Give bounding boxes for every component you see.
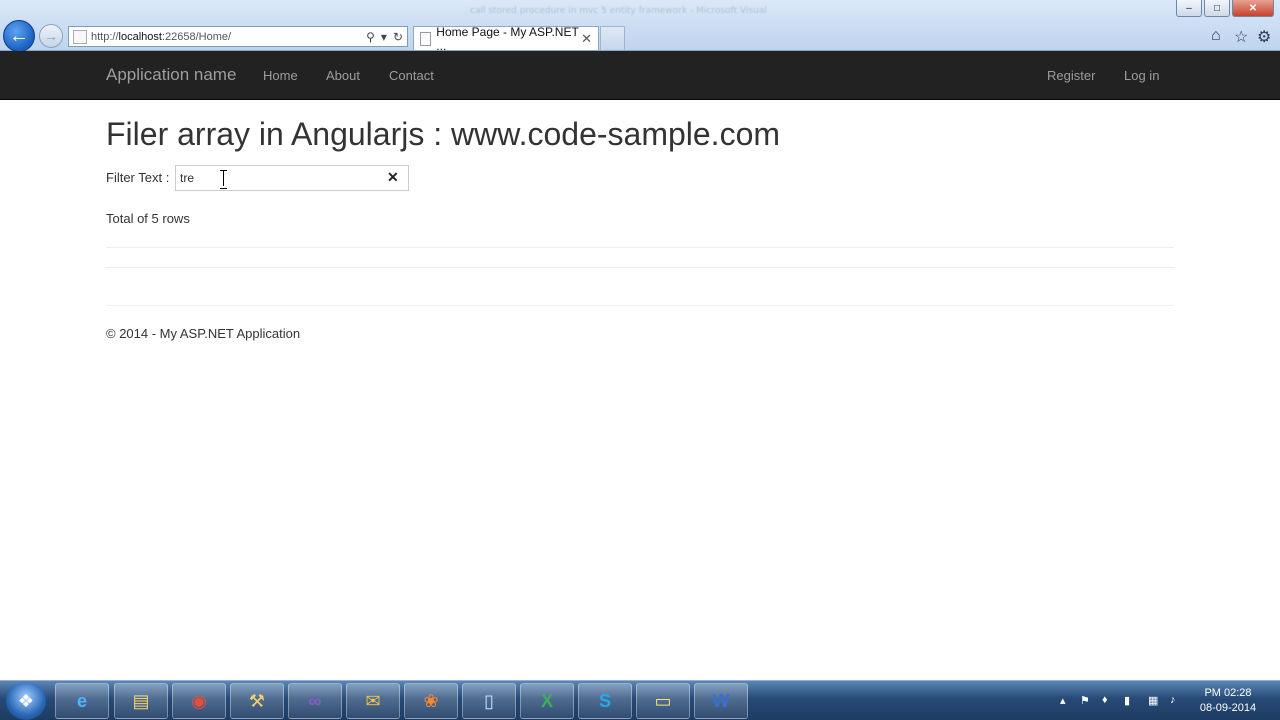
taskbar-word[interactable]: W [694, 683, 748, 719]
clock-date: 08-09-2014 [1199, 702, 1257, 714]
footer-text: © 2014 - My ASP.NET Application [106, 326, 301, 341]
show-hidden-icons[interactable]: ▴ [1060, 694, 1066, 707]
back-button[interactable]: ← [3, 20, 35, 52]
taskbar-skype[interactable]: S [578, 683, 632, 719]
visual-studio-icon: ∞ [308, 690, 322, 711]
start-button[interactable]: ❖ [6, 682, 46, 720]
gear-icon[interactable]: ⚙ [1257, 27, 1271, 47]
nav-link-login[interactable]: Log in [1124, 68, 1159, 83]
taskbar-ie[interactable]: e [55, 683, 109, 719]
page-icon [73, 29, 87, 44]
clock-time: PM 02:28 [1204, 687, 1252, 699]
word-icon: W [712, 690, 730, 711]
back-arrow-icon: ← [9, 24, 29, 47]
footer-divider [106, 305, 1174, 306]
home-icon[interactable]: ⌂ [1211, 27, 1221, 45]
divider [106, 247, 1174, 248]
taskbar-chrome[interactable]: ◉ [172, 683, 226, 719]
folder-icon: ▭ [654, 690, 672, 711]
ie-icon: e [76, 690, 87, 711]
taskbar-notes[interactable]: ▯ [462, 683, 516, 719]
battery-icon[interactable]: ▮ [1124, 694, 1130, 707]
brand-link[interactable]: Application name [106, 65, 236, 85]
taskbar-outlook[interactable]: ✉ [346, 683, 400, 719]
windows-logo-icon: ❖ [17, 690, 35, 711]
taskbar-tools[interactable]: ⚒ [230, 683, 284, 719]
volume-icon[interactable]: ♪ [1170, 694, 1176, 706]
page-title: Filer array in Angularjs : www.code-samp… [106, 116, 781, 152]
signal-icon[interactable]: ▦ [1148, 694, 1158, 707]
taskbar-explorer[interactable]: ▤ [114, 683, 168, 719]
clear-icon[interactable]: ✕ [387, 169, 399, 186]
close-window-button[interactable]: ✕ [1232, 0, 1274, 17]
browser-chrome: call stored procedure in mvc 5 entity fr… [0, 0, 1280, 53]
forward-arrow-icon: → [44, 28, 58, 44]
site-navbar: Application name Home About Contact Regi… [0, 51, 1280, 100]
dropdown-icon[interactable]: ▾ [381, 30, 387, 44]
address-host: localhost [118, 30, 162, 43]
search-icon[interactable]: ⚲ [366, 30, 375, 44]
tab-home-page[interactable]: Home Page - My ASP.NET ... ✕ [413, 24, 599, 53]
system-clock[interactable]: PM 02:28 08-09-2014 [1196, 686, 1260, 716]
chrome-icon: ◉ [191, 690, 207, 711]
refresh-icon[interactable]: ↻ [393, 30, 403, 44]
page-icon [420, 31, 432, 46]
new-tab-button[interactable] [600, 26, 625, 50]
window-title: call stored procedure in mvc 5 entity fr… [470, 6, 767, 16]
tab-close-icon[interactable]: ✕ [581, 31, 592, 47]
taskbar-visual-studio[interactable]: ∞ [288, 683, 342, 719]
explorer-icon: ▤ [132, 690, 150, 711]
shield-icon[interactable]: ♦ [1102, 694, 1108, 706]
taskbar-butterfly[interactable]: ❀ [404, 683, 458, 719]
total-rows-text: Total of 5 rows [106, 211, 190, 226]
taskbar-excel[interactable]: X [520, 683, 574, 719]
text-cursor-icon [220, 170, 228, 189]
window-controls: – □ ✕ [1176, 0, 1274, 17]
filter-label: Filter Text : [106, 170, 170, 185]
tab-title: Home Page - My ASP.NET ... [436, 24, 579, 53]
forward-button[interactable]: → [39, 24, 63, 48]
minimize-button[interactable]: – [1176, 0, 1202, 17]
address-url-prefix: http:// [91, 30, 119, 43]
star-icon[interactable]: ☆ [1234, 27, 1248, 47]
address-bar[interactable]: http://localhost:22658/Home/ ⚲ ▾ ↻ [68, 26, 408, 47]
flag-icon[interactable]: ⚑ [1080, 694, 1090, 707]
nav-link-contact[interactable]: Contact [389, 68, 434, 83]
excel-icon: X [540, 690, 553, 711]
tools-icon: ⚒ [248, 690, 266, 711]
maximize-button[interactable]: □ [1204, 0, 1230, 17]
divider [106, 267, 1174, 268]
skype-icon: S [598, 690, 611, 711]
butterfly-icon: ❀ [423, 690, 439, 711]
nav-link-about[interactable]: About [326, 68, 360, 83]
nav-link-home[interactable]: Home [263, 68, 298, 83]
notes-icon: ▯ [484, 690, 494, 711]
nav-link-register[interactable]: Register [1047, 68, 1095, 83]
taskbar-folder[interactable]: ▭ [636, 683, 690, 719]
address-url-rest: :22658/Home/ [161, 30, 232, 43]
filter-input[interactable] [175, 165, 409, 191]
outlook-icon: ✉ [365, 690, 381, 711]
